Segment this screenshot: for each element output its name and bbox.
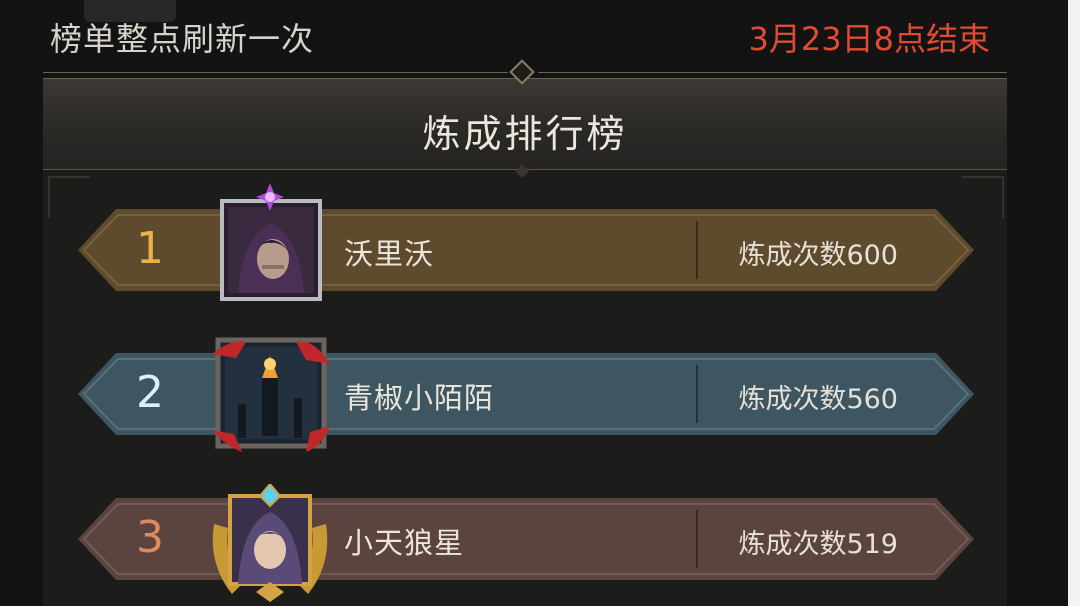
row-divider (696, 365, 698, 423)
refresh-note: 榜单整点刷新一次 (50, 20, 315, 58)
end-time: 3月23日8点结束 (748, 20, 990, 58)
player-name: 沃里沃 (344, 237, 435, 271)
rank-number: 3 (136, 512, 164, 563)
header-ornament-line-right (538, 72, 1007, 73)
player-avatar-2[interactable] (212, 334, 330, 452)
torch-pillar-portrait (212, 337, 330, 452)
refine-count: 炼成次数560 (738, 384, 898, 415)
row-divider (696, 221, 698, 279)
leaderboard-header: 炼成排行榜 (43, 78, 1007, 170)
rank-number: 1 (136, 223, 164, 274)
rank-number: 2 (136, 367, 164, 418)
row-divider (696, 510, 698, 568)
refine-count: 炼成次数600 (738, 240, 898, 271)
hooded-girl-portrait (212, 484, 328, 602)
header-ornament-line-left (43, 72, 508, 73)
refine-count: 炼成次数519 (738, 529, 898, 560)
screen-edge (1068, 0, 1080, 606)
player-name: 小天狼星 (344, 526, 465, 560)
player-name: 青椒小陌陌 (344, 381, 495, 415)
leaderboard-row-1[interactable]: 1 沃里沃 炼成次数600 (78, 209, 974, 291)
player-avatar-3[interactable] (208, 484, 328, 602)
top-bar: 榜单整点刷新一次 3月23日8点结束 (0, 0, 1068, 70)
hooded-warrior-portrait (220, 199, 322, 301)
purple-gem-icon (256, 183, 284, 211)
leaderboard-title: 炼成排行榜 (422, 112, 628, 156)
player-avatar-1[interactable] (218, 183, 322, 301)
